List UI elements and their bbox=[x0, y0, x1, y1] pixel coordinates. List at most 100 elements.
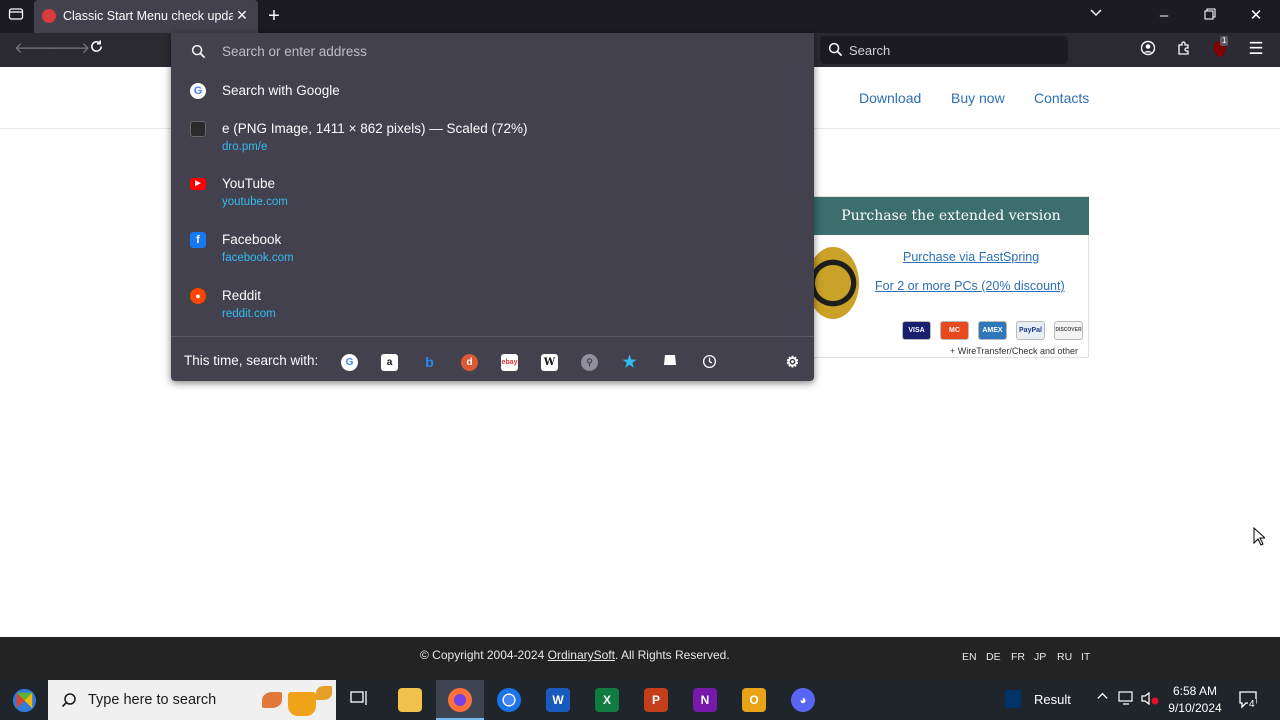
paypal-icon: PayPal bbox=[1016, 321, 1045, 340]
wikipedia-icon[interactable]: W bbox=[541, 354, 558, 371]
powerpoint-icon[interactable]: P bbox=[644, 688, 668, 712]
account-icon[interactable] bbox=[1138, 40, 1158, 60]
tab-title: Classic Start Menu check updates bbox=[63, 9, 233, 23]
suggestion-title: YouTube bbox=[222, 176, 276, 191]
lang-de-link[interactable]: DE bbox=[986, 651, 1001, 663]
one-off-search-bar: This time, search with: G a b d ebay W ⚲… bbox=[171, 336, 814, 381]
money-back-guarantee-seal bbox=[807, 247, 859, 319]
result-label[interactable]: Result bbox=[1034, 692, 1071, 707]
suggestion-url: reddit.com bbox=[222, 308, 276, 320]
minimize-window-icon[interactable]: – bbox=[1154, 6, 1174, 26]
ublock-origin-icon[interactable]: 1 bbox=[1210, 36, 1230, 60]
suggestion-url: youtube.com bbox=[222, 196, 288, 208]
extension-badge: 1 bbox=[1220, 36, 1229, 46]
suggestion-facebook[interactable]: f Facebook facebook.com bbox=[171, 232, 814, 284]
network-icon[interactable] bbox=[1118, 691, 1135, 709]
site-footer: © Copyright 2004-2024 OrdinarySoft. All … bbox=[0, 637, 1280, 680]
taskbar-search-box[interactable]: Type here to search bbox=[48, 680, 336, 720]
file-explorer-icon[interactable] bbox=[398, 688, 422, 712]
lang-jp-link[interactable]: JP bbox=[1034, 651, 1046, 663]
history-icon[interactable] bbox=[701, 354, 718, 371]
payment-methods-note: + WireTransfer/Check and other bbox=[950, 346, 1078, 356]
outlook-icon[interactable]: O bbox=[742, 688, 766, 712]
address-bar-dropdown: Search or enter address G Search with Go… bbox=[171, 33, 814, 381]
address-placeholder: Search or enter address bbox=[222, 44, 367, 59]
purchase-panel: Purchase the extended version Purchase v… bbox=[807, 196, 1089, 358]
search-icon bbox=[828, 42, 843, 57]
search-bar[interactable]: Search bbox=[820, 36, 1068, 64]
back-icon[interactable]: 🡐 bbox=[14, 39, 54, 59]
purchase-title: Purchase the extended version bbox=[813, 197, 1089, 235]
copyright-suffix: . All Rights Reserved. bbox=[614, 648, 730, 662]
visa-card-icon: VISA bbox=[902, 321, 931, 340]
chrome-icon[interactable] bbox=[497, 688, 521, 712]
one-off-label: This time, search with: bbox=[184, 353, 319, 368]
address-input[interactable]: Search or enter address bbox=[183, 36, 802, 66]
nfl-icon[interactable] bbox=[1005, 690, 1021, 708]
lang-en-link[interactable]: EN bbox=[962, 651, 977, 663]
tabs-icon[interactable] bbox=[661, 354, 678, 371]
search-engine-icon[interactable]: ⚲ bbox=[581, 354, 598, 371]
duckduckgo-icon[interactable]: d bbox=[461, 354, 478, 371]
close-tab-icon[interactable]: ✕ bbox=[234, 7, 250, 25]
clock-date: 9/10/2024 bbox=[1168, 701, 1222, 715]
lang-ru-link[interactable]: RU bbox=[1057, 651, 1072, 663]
suggestion-title: Facebook bbox=[222, 232, 282, 247]
nav-contacts-link[interactable]: Contacts bbox=[1034, 90, 1089, 106]
bookmarks-icon[interactable]: ★ bbox=[621, 354, 638, 371]
lang-it-link[interactable]: IT bbox=[1081, 651, 1090, 663]
onenote-icon[interactable]: N bbox=[693, 688, 717, 712]
purchase-fastspring-link[interactable]: Purchase via FastSpring bbox=[903, 250, 1039, 264]
copyright-prefix: © Copyright 2004-2024 bbox=[420, 648, 545, 662]
new-tab-icon[interactable]: + bbox=[264, 6, 284, 26]
ebay-icon[interactable]: ebay bbox=[501, 354, 518, 371]
mouse-cursor-icon bbox=[1253, 527, 1265, 546]
bing-icon[interactable]: b bbox=[421, 354, 438, 371]
taskbar: Type here to search W X P N O ◕ Result 6… bbox=[0, 680, 1280, 720]
notification-count: 4 bbox=[1248, 699, 1256, 710]
suggestion-youtube[interactable]: ▶ YouTube youtube.com bbox=[171, 176, 814, 228]
amazon-icon[interactable]: a bbox=[381, 354, 398, 371]
search-icon bbox=[191, 44, 206, 59]
nav-download-link[interactable]: Download bbox=[859, 90, 921, 106]
suggestion-title: Reddit bbox=[222, 288, 262, 303]
firefox-icon[interactable] bbox=[448, 688, 472, 712]
suggestion-image[interactable]: e (PNG Image, 1411 × 862 pixels) — Scale… bbox=[171, 121, 814, 173]
start-menu-icon bbox=[12, 688, 37, 713]
taskbar-search-placeholder: Type here to search bbox=[88, 692, 217, 708]
task-view-icon[interactable] bbox=[350, 690, 370, 710]
lang-fr-link[interactable]: FR bbox=[1011, 651, 1025, 663]
clock-time: 6:58 AM bbox=[1172, 684, 1218, 698]
discord-icon[interactable]: ◕ bbox=[791, 688, 815, 712]
ordinarysoft-link[interactable]: OrdinarySoft bbox=[548, 648, 615, 662]
suggestion-url: dro.pm/e bbox=[222, 141, 268, 153]
suggestion-reddit[interactable]: ● Reddit reddit.com bbox=[171, 288, 814, 340]
extensions-puzzle-icon[interactable] bbox=[1174, 40, 1194, 60]
word-icon[interactable]: W bbox=[546, 688, 570, 712]
restore-window-icon[interactable] bbox=[1200, 6, 1220, 26]
list-all-tabs-icon[interactable] bbox=[1086, 6, 1106, 26]
discover-card-icon: DISCOVER bbox=[1054, 321, 1083, 340]
show-hidden-icons-icon[interactable] bbox=[1096, 690, 1109, 706]
system-clock[interactable]: 6:58 AM 9/10/2024 bbox=[1164, 683, 1226, 717]
volume-muted-icon[interactable] bbox=[1141, 691, 1160, 709]
close-window-icon[interactable]: ✕ bbox=[1246, 6, 1266, 26]
firefox-view-icon[interactable] bbox=[6, 6, 26, 26]
notifications-icon[interactable]: 4 bbox=[1238, 689, 1258, 712]
image-thumbnail-icon bbox=[190, 121, 206, 137]
tab-active[interactable]: Classic Start Menu check updates ✕ bbox=[34, 0, 258, 33]
suggestion-url: facebook.com bbox=[222, 252, 294, 264]
amex-card-icon: AMEX bbox=[978, 321, 1007, 340]
facebook-icon: f bbox=[190, 232, 206, 248]
google-icon[interactable]: G bbox=[341, 354, 358, 371]
excel-icon[interactable]: X bbox=[595, 688, 619, 712]
start-button[interactable] bbox=[0, 680, 48, 720]
autumn-cup-icon bbox=[262, 684, 334, 716]
forward-icon[interactable]: 🡒 bbox=[50, 39, 90, 59]
suggestion-title: e (PNG Image, 1411 × 862 pixels) — Scale… bbox=[222, 121, 528, 136]
reload-icon[interactable] bbox=[86, 39, 106, 59]
nav-buy-now-link[interactable]: Buy now bbox=[951, 90, 1005, 106]
purchase-multi-pc-link[interactable]: For 2 or more PCs (20% discount) bbox=[875, 279, 1065, 293]
app-menu-icon[interactable]: ☰ bbox=[1246, 39, 1266, 59]
settings-gear-icon[interactable]: ⚙ bbox=[784, 354, 801, 371]
